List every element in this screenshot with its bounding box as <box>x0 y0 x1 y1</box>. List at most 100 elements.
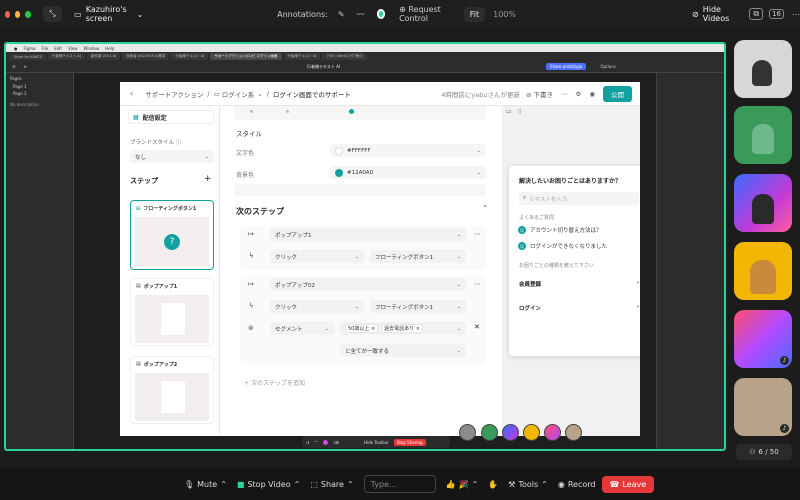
participants-button[interactable]: ⚇ 6 / 50 <box>736 444 792 460</box>
action-select[interactable]: クリック ⌄ <box>270 250 364 263</box>
more-icon[interactable]: ⋯ <box>474 280 481 288</box>
target-select[interactable]: フローティングボタン1 ⌄ <box>370 300 466 313</box>
position-dot[interactable] <box>250 110 253 113</box>
eraser-icon[interactable]: ⌫ <box>333 440 339 445</box>
more-icon[interactable]: ⋯ <box>792 10 800 19</box>
segment-tags-select[interactable]: 50歳以上 × 過去電話あり × ⌄ <box>340 322 466 335</box>
remove-condition-icon[interactable]: ✕ <box>474 323 480 331</box>
popup-select[interactable]: ポップアップ02 ⌄ <box>270 278 466 291</box>
step-card-popup-1[interactable]: ▤ ポップアップ1 <box>130 278 214 346</box>
video-tile[interactable] <box>734 242 792 300</box>
breadcrumb-item[interactable]: ログイン系 <box>222 89 255 99</box>
avatar[interactable] <box>544 424 561 441</box>
page-item[interactable]: Page 1 <box>10 84 69 89</box>
avatar[interactable] <box>459 424 476 441</box>
raise-hand-button[interactable]: ✋ <box>488 480 498 489</box>
position-selector[interactable] <box>234 106 486 120</box>
pen-icon[interactable]: ✎ <box>338 10 345 19</box>
page-item[interactable]: Page 2 <box>10 91 69 96</box>
zoom-window-button[interactable] <box>25 10 31 18</box>
draft-status[interactable]: ⊘ 下書き <box>526 89 553 99</box>
draw-icon[interactable]: 〰 <box>357 9 365 20</box>
add-next-step-button[interactable]: + 次のステップを追加 <box>244 378 305 387</box>
more-icon[interactable]: ⋯ <box>561 90 568 98</box>
video-tile[interactable] <box>734 40 792 98</box>
record-button[interactable]: ◉ Record <box>558 480 596 489</box>
browser-tab[interactable]: 行者様テキスト AI <box>283 53 321 60</box>
step-card-floating-button[interactable]: ⊟ フローティングボタン1 ? <box>130 200 214 270</box>
avatar[interactable] <box>565 424 582 441</box>
faq-item[interactable]: Q ログインができなくなりました <box>518 242 607 250</box>
add-step-button[interactable]: + <box>204 174 212 184</box>
stop-sharing-button[interactable]: Stop Sharing <box>393 438 426 446</box>
chevron-up-icon[interactable]: ⌃ <box>482 204 489 213</box>
type-item[interactable]: 会員登録 › <box>519 280 639 288</box>
draw-icon[interactable]: 〰 <box>314 439 318 445</box>
menu-window[interactable]: Window <box>83 46 99 51</box>
video-tile[interactable]: ♪ <box>734 378 792 436</box>
request-control-button[interactable]: ⊕ Request Control <box>399 5 454 23</box>
menu-edit[interactable]: Edit <box>54 46 62 51</box>
bg-color-select[interactable]: #12A0A0 ⌄ <box>330 166 486 179</box>
browser-tab[interactable]: 製作者 VOL1 AI <box>86 53 121 60</box>
reactions-button[interactable]: 👍 🎉 ⌃ <box>446 480 479 489</box>
close-window-button[interactable] <box>5 10 11 18</box>
faq-item[interactable]: Q アカウント切り替え方法は？ <box>518 226 602 234</box>
more-icon[interactable]: ⋯ <box>474 230 481 238</box>
browser-tab[interactable]: 行者様テキスト AI <box>171 53 209 60</box>
video-tile[interactable] <box>734 174 792 232</box>
avatar[interactable] <box>481 424 498 441</box>
browser-tab[interactable]: 行者様テキスト AI <box>47 53 85 60</box>
breadcrumb-item[interactable]: サポートアクション <box>145 89 203 99</box>
hide-toolbar-button[interactable]: Hide Toolbar <box>364 440 389 445</box>
desktop-preview-icon[interactable]: ▭ <box>506 108 512 115</box>
browser-tab-active[interactable]: サポートアクション(ロ)ピ ログイン画面 <box>210 53 282 60</box>
preview-icon[interactable]: ◉ <box>589 90 595 98</box>
segment-select[interactable]: セグメント ⌄ <box>270 322 334 335</box>
video-tile[interactable] <box>734 106 792 164</box>
menu-help[interactable]: Help <box>105 46 114 51</box>
position-dot[interactable] <box>286 110 289 113</box>
external-icon[interactable]: ⧉ <box>749 8 764 20</box>
stop-video-button[interactable]: ■ Stop Video ⌃ <box>237 480 300 489</box>
type-item[interactable]: ログイン › <box>519 304 639 312</box>
leave-button[interactable]: ☎ Leave <box>601 475 655 493</box>
share-prototype-button[interactable]: Share prototype <box>546 63 587 70</box>
hide-videos-button[interactable]: ⊘ Hide Videos <box>686 2 741 26</box>
move-tool-icon[interactable]: ➤ <box>24 64 27 69</box>
browser-tab[interactable]: 7007_Work(ログ)他の <box>322 53 367 60</box>
widget-search-input[interactable]: ⌕ テキストを入力 <box>519 192 639 205</box>
fit-button[interactable]: Fit <box>463 6 486 22</box>
share-button[interactable]: ⬚ Share ⌃ <box>310 480 353 489</box>
avatar[interactable] <box>502 424 519 441</box>
position-dot-selected[interactable] <box>349 109 354 114</box>
avatar[interactable] <box>523 424 540 441</box>
action-select[interactable]: クリック ⌄ <box>270 300 364 313</box>
tools-button[interactable]: ⚒ Tools ⌃ <box>508 480 548 489</box>
chat-input[interactable]: Type... <box>363 475 436 493</box>
minimize-window-button[interactable] <box>15 10 21 18</box>
text-color-select[interactable]: #FFFFFF ⌄ <box>330 144 486 157</box>
menu-figma[interactable]: Figma <box>24 46 36 51</box>
publish-button[interactable]: 公開 <box>603 85 632 102</box>
delivery-settings-button[interactable]: ▦ 配信設定 <box>128 110 214 124</box>
screen-select-dropdown[interactable]: ▭ Kazuhiro's screen ⌄ <box>68 2 149 26</box>
color-picker[interactable] <box>376 9 386 19</box>
color-dot[interactable] <box>323 439 329 445</box>
gear-icon[interactable]: ⚙ <box>576 90 582 98</box>
figma-menu-icon[interactable]: ☰ <box>12 64 16 69</box>
gallery-count-badge[interactable]: 16 <box>769 9 785 19</box>
browser-tab[interactable]: Store for KANTS <box>10 53 46 60</box>
mute-button[interactable]: 🎙 Mute ⌃ <box>184 480 227 489</box>
match-mode-select[interactable]: と全てが一致する ⌄ <box>340 344 466 357</box>
browser-tab[interactable]: 技術者 AKZ1905 AI基準 <box>122 53 170 60</box>
back-icon[interactable]: ‹ <box>130 89 133 98</box>
zoom-level[interactable]: 100% <box>493 10 516 19</box>
popup-select[interactable]: ポップアップ1 ⌄ <box>270 228 466 241</box>
video-tile[interactable]: ♪ <box>734 310 792 368</box>
options-button[interactable]: Options <box>600 64 615 69</box>
target-select[interactable]: フローティングボタン1 ⌄ <box>370 250 466 263</box>
pointer-icon[interactable]: ↺ <box>306 440 309 445</box>
menu-view[interactable]: View <box>68 46 78 51</box>
brand-style-select[interactable]: なし ⌄ <box>130 150 214 163</box>
